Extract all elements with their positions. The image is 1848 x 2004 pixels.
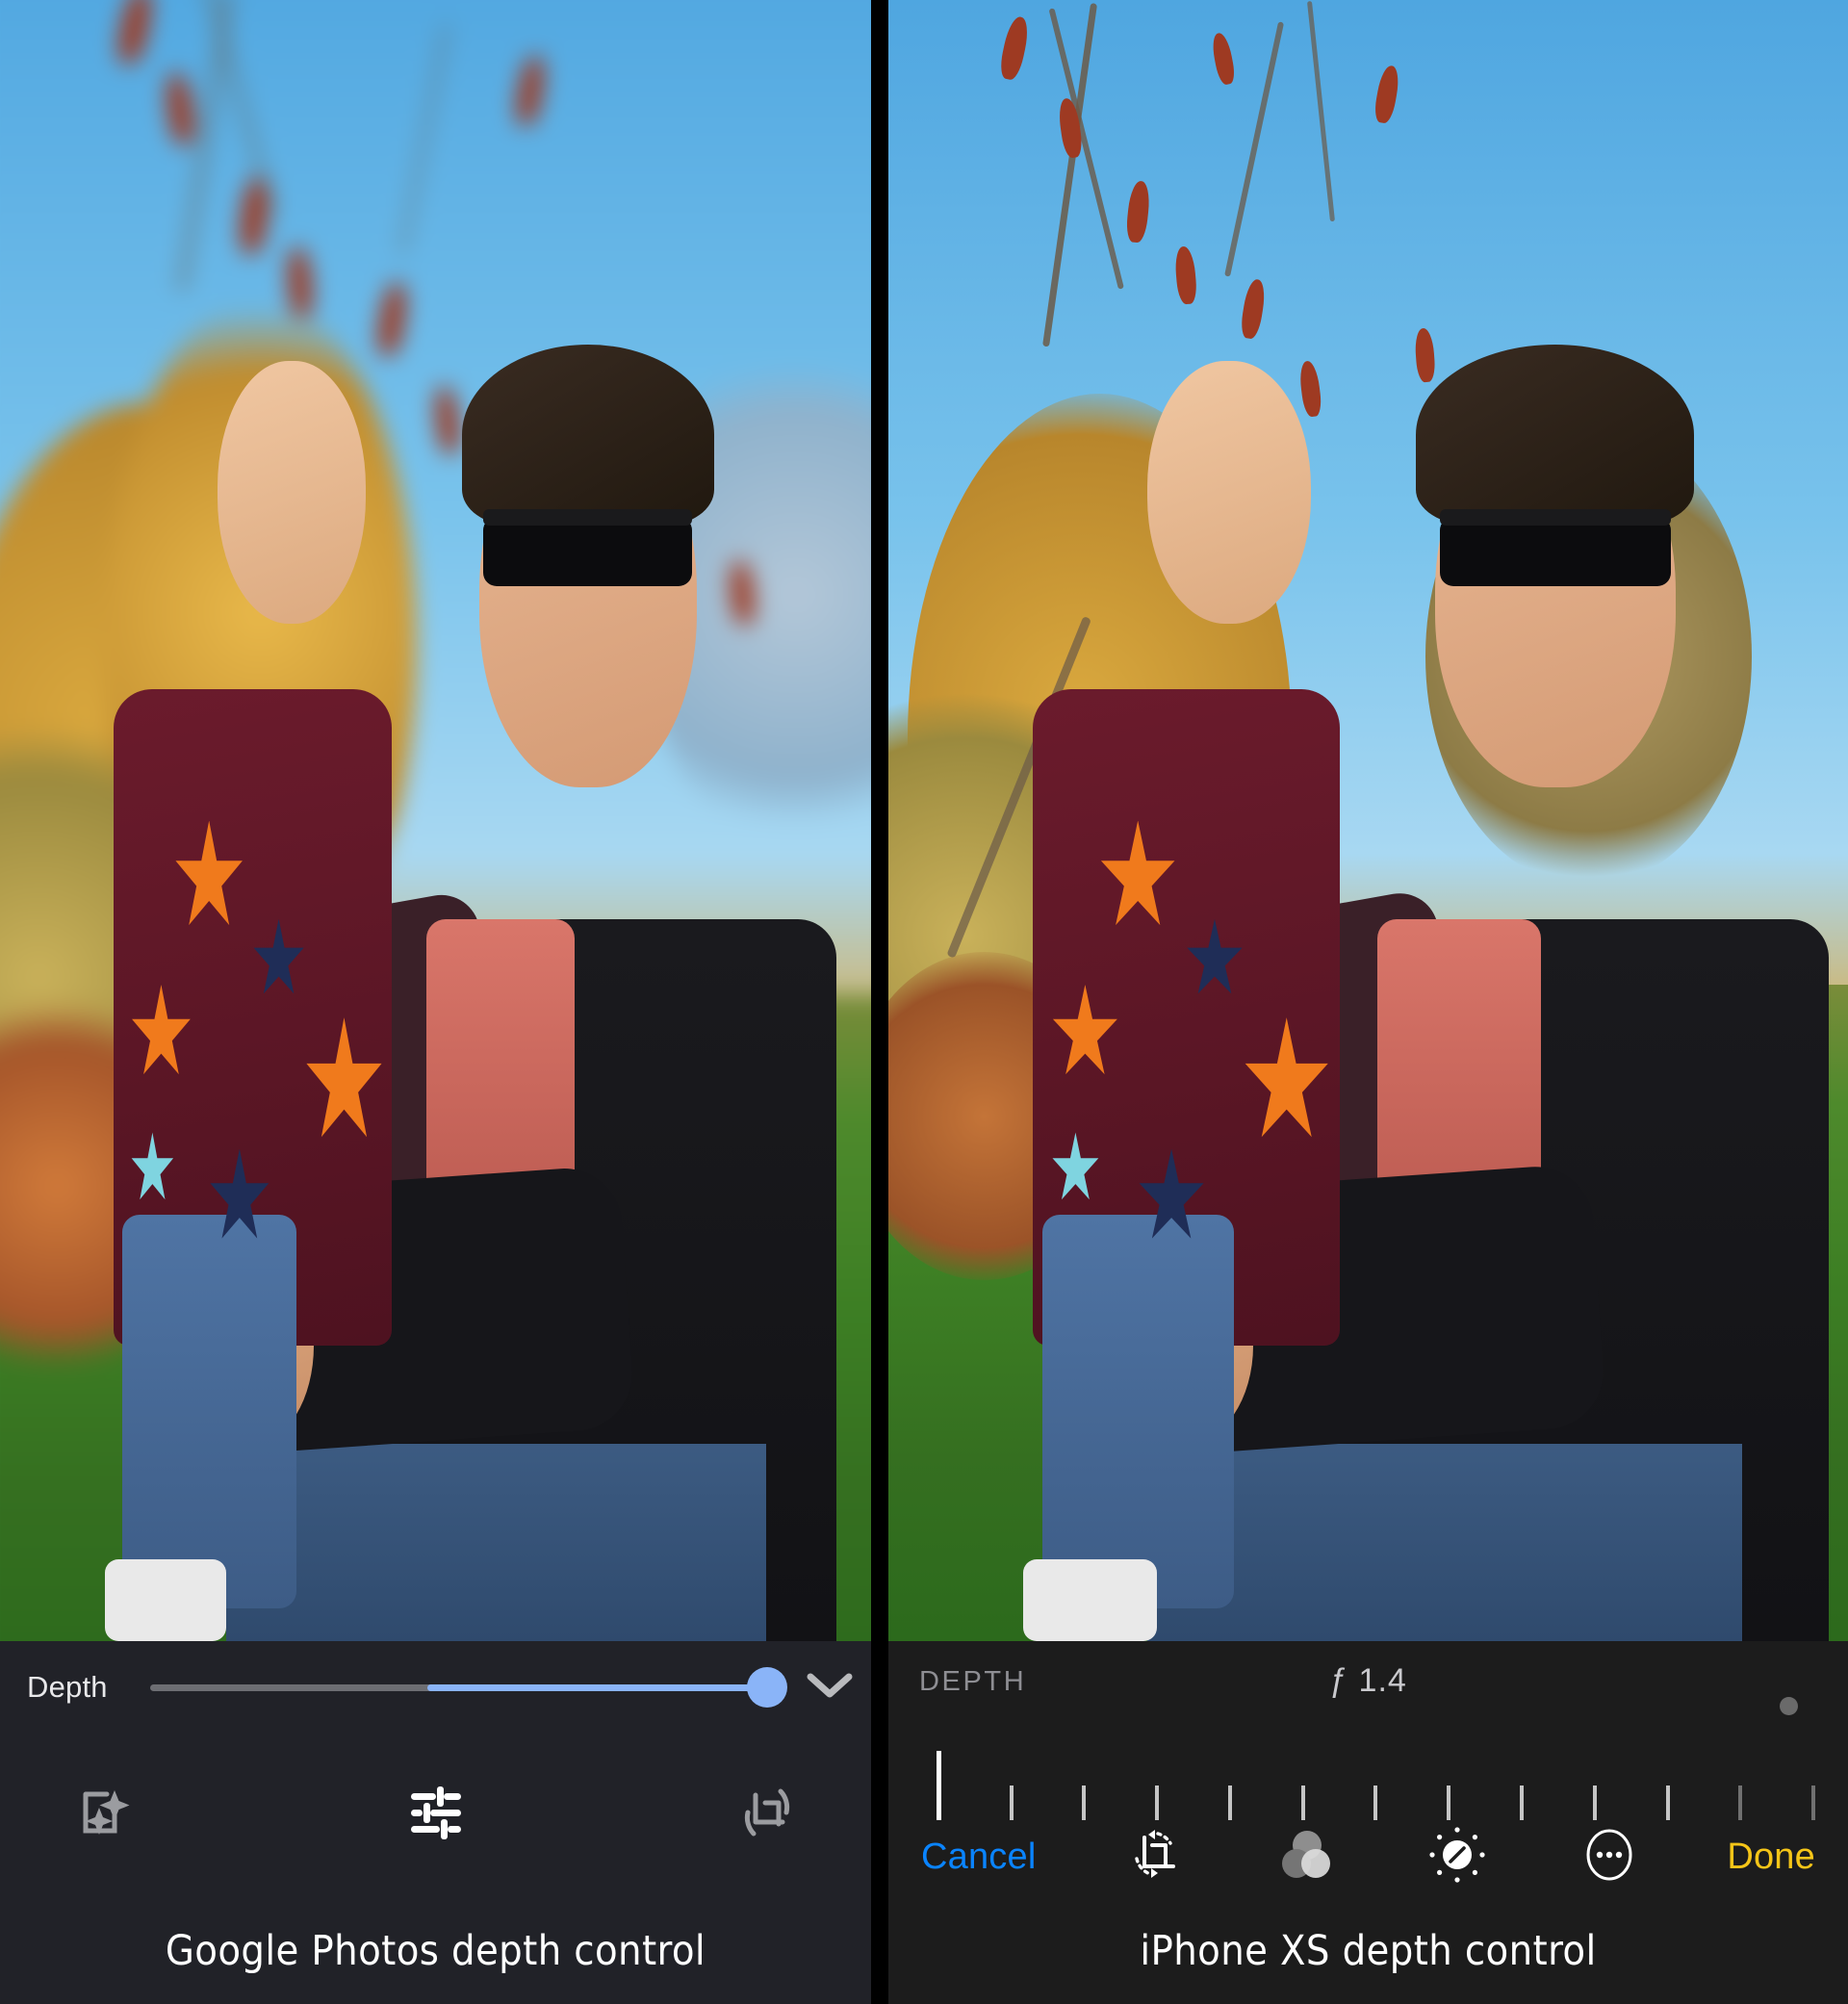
slider-thumb[interactable] [747,1667,787,1708]
slider-handle-dot[interactable] [1780,1697,1798,1715]
photo-subjects [888,0,1848,1641]
google-photos-toolbar [0,1734,871,1872]
chevron-down-icon [807,1671,853,1705]
crop-rotate-icon [1125,1826,1183,1888]
aperture-ruler[interactable] [888,1749,1848,1820]
panel-divider [871,0,888,2004]
depth-slider[interactable] [150,1667,787,1708]
crop-rotate-icon [736,1782,798,1848]
adjust-button[interactable] [1424,1823,1491,1890]
adjust-dial-icon [1427,1825,1487,1889]
filters-icon [1276,1825,1336,1889]
ruler-tick [1009,1786,1014,1820]
slider-fill [427,1683,767,1691]
cancel-button[interactable]: Cancel [921,1837,1037,1878]
depth-header-row: DEPTH ƒ 1.4 [888,1641,1848,1745]
depth-slider-row: Depth [0,1641,871,1734]
ruler-cursor [936,1751,941,1820]
ruler-tick [1592,1786,1597,1820]
iphone-preview-image[interactable] [888,0,1848,1641]
depth-slider-label: Depth [27,1670,108,1704]
left-caption: Google Photos depth control [165,1927,706,1975]
right-caption: iPhone XS depth control [1140,1927,1597,1975]
adjust-button[interactable] [399,1778,473,1851]
depth-control-comparison: Depth Google Photos depth control DEPTH … [0,0,1848,2004]
iphone-xs-pane: DEPTH ƒ 1.4 Cancel Done iPhone XS depth … [888,0,1848,2004]
photo-subjects [0,0,871,1641]
iphone-toolbar: Cancel Done [888,1823,1848,1890]
auto-enhance-icon [74,1783,134,1847]
auto-enhance-button[interactable] [67,1778,141,1851]
ruler-tick [1300,1786,1305,1820]
iphone-control-panel: DEPTH ƒ 1.4 Cancel Done iPhone XS depth … [888,1641,1848,2004]
google-photos-preview-image[interactable] [0,0,871,1641]
ruler-tick [1227,1786,1232,1820]
crop-rotate-button[interactable] [1120,1823,1188,1890]
collapse-panel-button[interactable] [788,1671,871,1705]
aperture-value: ƒ 1.4 [1329,1662,1407,1699]
more-options-button[interactable] [1576,1823,1643,1890]
ruler-tick [1447,1786,1451,1820]
crop-rotate-button[interactable] [731,1778,804,1851]
google-photos-control-panel: Depth Google Photos depth control [0,1641,871,2004]
done-button[interactable]: Done [1727,1837,1815,1878]
ruler-tick [1155,1786,1160,1820]
tune-sliders-icon [405,1782,467,1848]
google-photos-pane: Depth Google Photos depth control [0,0,871,2004]
more-options-icon [1579,1825,1639,1889]
ruler-tick [1811,1786,1816,1820]
ruler-ticks [888,1751,1848,1820]
ruler-tick [1082,1786,1087,1820]
ruler-tick [1665,1786,1670,1820]
ruler-tick [1373,1786,1378,1820]
ruler-tick [1738,1786,1743,1820]
filters-button[interactable] [1272,1823,1340,1890]
ruler-tick [1520,1786,1525,1820]
